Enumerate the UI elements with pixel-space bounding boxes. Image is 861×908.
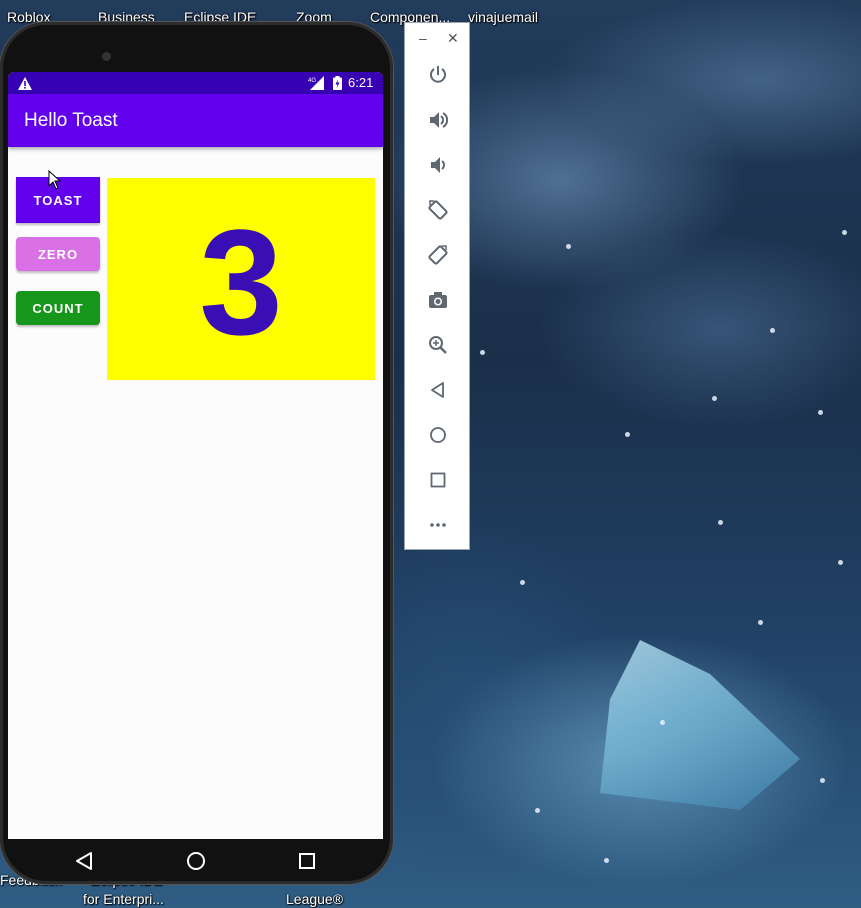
emulator-home-button[interactable] bbox=[426, 423, 450, 447]
wallpaper-star bbox=[625, 432, 630, 437]
power-icon bbox=[430, 66, 446, 83]
zoom-button[interactable] bbox=[426, 333, 450, 357]
phone-frame: 4G 6:21 Hello Toast TOAST ZERO COUNT 3 bbox=[0, 22, 393, 884]
signal-icon: 4G bbox=[308, 76, 324, 90]
home-icon[interactable] bbox=[186, 851, 206, 871]
wallpaper-star bbox=[838, 560, 843, 565]
volume-down-icon bbox=[431, 157, 445, 173]
rotate-left-button[interactable] bbox=[426, 198, 450, 222]
wallpaper-star bbox=[712, 396, 717, 401]
wallpaper-star bbox=[758, 620, 763, 625]
home-icon bbox=[430, 427, 446, 443]
count-display: 3 bbox=[107, 178, 375, 380]
back-icon[interactable] bbox=[75, 851, 93, 871]
android-nav-bar bbox=[8, 839, 383, 884]
power-button[interactable] bbox=[426, 63, 450, 87]
rotate-right-button[interactable] bbox=[426, 243, 450, 267]
status-bar: 4G 6:21 bbox=[8, 72, 383, 94]
screenshot-button[interactable] bbox=[426, 288, 450, 312]
rotate-right-icon bbox=[428, 245, 448, 265]
rotate-left-icon bbox=[428, 200, 448, 220]
wallpaper-star bbox=[566, 244, 571, 249]
wallpaper-star bbox=[820, 778, 825, 783]
desktop-icon-vinajuemail[interactable]: vinajuemail bbox=[468, 9, 538, 25]
wallpaper-star bbox=[480, 350, 485, 355]
volume-up-icon bbox=[430, 112, 449, 128]
desktop-icon-eclipse-enterprise[interactable]: for Enterpri... bbox=[83, 891, 164, 907]
camera-icon bbox=[429, 292, 447, 308]
count-button[interactable]: COUNT bbox=[16, 291, 100, 325]
app-bar: Hello Toast bbox=[8, 94, 383, 147]
volume-down-button[interactable] bbox=[426, 153, 450, 177]
more-button[interactable] bbox=[426, 513, 450, 537]
svg-text:4G: 4G bbox=[308, 78, 316, 84]
wallpaper-star bbox=[520, 580, 525, 585]
wallpaper-star bbox=[535, 808, 540, 813]
zero-button[interactable]: ZERO bbox=[16, 237, 100, 271]
volume-up-button[interactable] bbox=[426, 108, 450, 132]
emulator-toolbar: – ✕ bbox=[404, 22, 470, 550]
emulator-overview-button[interactable] bbox=[426, 468, 450, 492]
wallpaper-star bbox=[604, 858, 609, 863]
zoom-icon bbox=[429, 336, 447, 354]
emulator-back-button[interactable] bbox=[426, 378, 450, 402]
recents-icon[interactable] bbox=[298, 852, 316, 870]
front-camera bbox=[102, 52, 111, 61]
count-value: 3 bbox=[199, 198, 283, 366]
phone-screen: 4G 6:21 Hello Toast TOAST ZERO COUNT 3 bbox=[8, 72, 383, 839]
wallpaper-star bbox=[818, 410, 823, 415]
mouse-cursor-icon bbox=[48, 170, 62, 190]
more-icon bbox=[430, 523, 446, 527]
wallpaper-star bbox=[718, 520, 723, 525]
close-button[interactable]: ✕ bbox=[447, 31, 459, 45]
minimize-button[interactable]: – bbox=[419, 31, 427, 45]
battery-icon bbox=[333, 76, 342, 90]
wallpaper-star bbox=[660, 720, 665, 725]
app-title: Hello Toast bbox=[24, 110, 118, 131]
wallpaper-star bbox=[770, 328, 775, 333]
back-icon bbox=[431, 382, 444, 398]
desktop-icon-rocket-league[interactable]: League® bbox=[286, 891, 343, 907]
wallpaper-mountain bbox=[600, 640, 800, 810]
overview-icon bbox=[430, 472, 446, 488]
warning-icon bbox=[18, 77, 32, 90]
status-time: 6:21 bbox=[348, 75, 374, 90]
wallpaper-star bbox=[842, 230, 847, 235]
